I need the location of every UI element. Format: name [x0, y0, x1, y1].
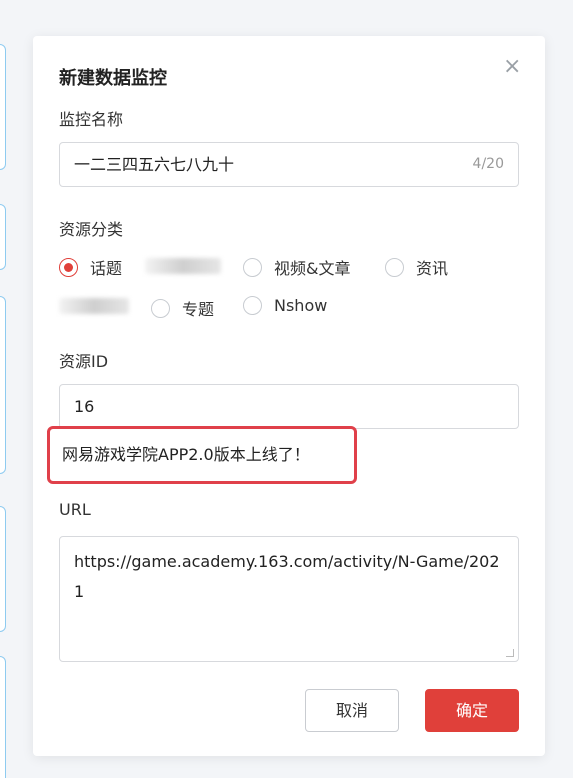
- new-data-monitor-dialog: 新建数据监控 × 监控名称 一二三四五六七八九十 4/20 资源分类 话题 视频…: [33, 36, 545, 756]
- radio-label: Nshow: [274, 296, 328, 315]
- cancel-button[interactable]: 取消: [305, 689, 399, 732]
- background-card: [0, 204, 6, 270]
- url-value: https://game.academy.163.com/activity/N-…: [74, 552, 500, 601]
- radio-nshow[interactable]: Nshow: [243, 296, 327, 315]
- blurred-option: [59, 298, 129, 314]
- resource-id-value: 16: [74, 397, 95, 416]
- background-card: [0, 44, 6, 170]
- radio-news[interactable]: 资讯: [385, 255, 448, 279]
- radio-label: 专题: [182, 300, 215, 319]
- monitor-name-input[interactable]: 一二三四五六七八九十 4/20: [59, 142, 519, 187]
- dialog-title: 新建数据监控: [59, 68, 167, 89]
- background-card: [0, 656, 6, 778]
- confirm-button[interactable]: 确定: [425, 689, 519, 732]
- resource-id-label: 资源ID: [59, 352, 109, 371]
- monitor-name-label: 监控名称: [59, 110, 124, 129]
- radio-checked-icon: [59, 257, 78, 277]
- radio-unchecked-icon: [243, 257, 262, 277]
- resize-handle-icon[interactable]: [506, 649, 514, 657]
- close-icon[interactable]: ×: [503, 56, 521, 78]
- resource-category-label: 资源分类: [59, 220, 124, 239]
- blurred-option: [145, 258, 221, 274]
- radio-video-article[interactable]: 视频&文章: [243, 255, 350, 279]
- background-card: [0, 296, 6, 474]
- radio-unchecked-icon: [243, 296, 262, 315]
- url-textarea[interactable]: https://game.academy.163.com/activity/N-…: [59, 536, 519, 662]
- radio-label: 话题: [90, 259, 123, 278]
- resource-id-input[interactable]: 16: [59, 384, 519, 429]
- monitor-name-value: 一二三四五六七八九十: [74, 155, 235, 174]
- radio-unchecked-icon: [151, 298, 170, 318]
- radio-topic[interactable]: 话题: [59, 255, 122, 279]
- resource-title-preview: 网易游戏学院APP2.0版本上线了！: [47, 426, 357, 484]
- background-card: [0, 506, 6, 632]
- radio-special[interactable]: 专题: [151, 296, 214, 320]
- radio-unchecked-icon: [385, 257, 404, 277]
- url-label: URL: [59, 500, 91, 519]
- radio-label: 资讯: [416, 259, 449, 278]
- radio-label: 视频&文章: [274, 259, 351, 278]
- char-counter: 4/20: [472, 156, 504, 172]
